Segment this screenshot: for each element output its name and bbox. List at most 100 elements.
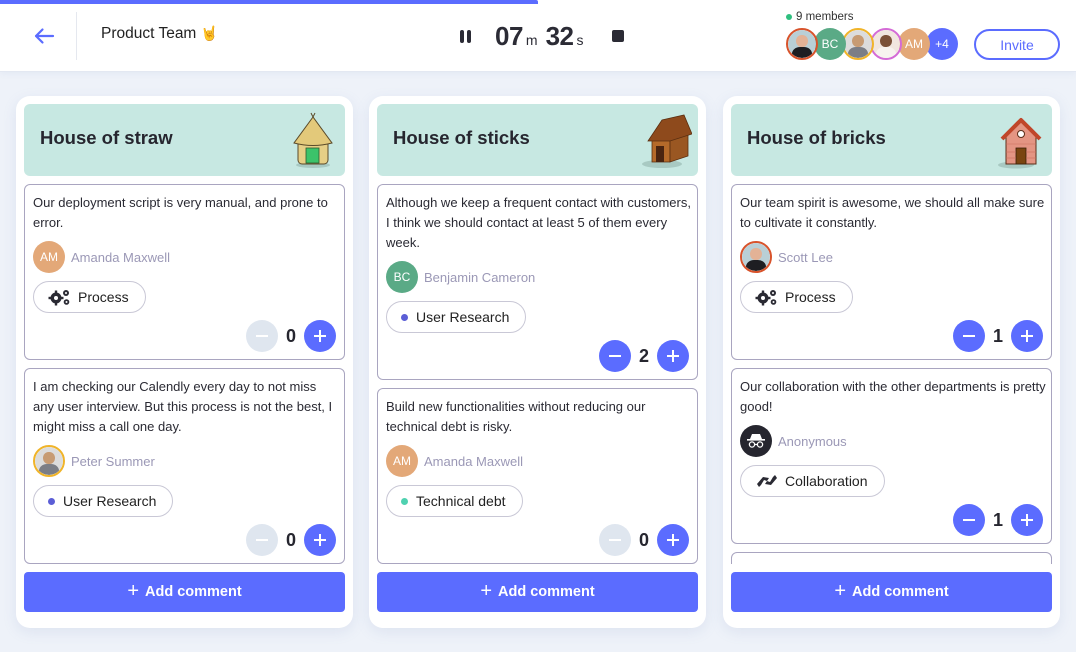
header-divider xyxy=(76,12,77,60)
author-name: Scott Lee xyxy=(778,249,833,265)
handshake-icon xyxy=(757,475,777,487)
add-comment-button[interactable]: + Add comment xyxy=(377,572,698,612)
comment-card: Our deployment script is very manual, an… xyxy=(24,184,345,360)
comment-author: BC Benjamin Cameron xyxy=(386,261,535,293)
vote-control: 0 xyxy=(246,524,336,556)
add-comment-label: Add comment xyxy=(145,584,242,600)
top-bar: Product Team 🤘 07 m 32 s 9 members BC AM… xyxy=(0,0,1076,72)
minus-icon xyxy=(963,335,975,337)
vote-count: 1 xyxy=(992,325,1003,346)
vote-down-button[interactable] xyxy=(599,340,631,372)
column-header: House of bricks xyxy=(731,104,1052,176)
timer: 07 m 32 s xyxy=(460,18,624,54)
vote-up-button[interactable] xyxy=(1011,320,1043,352)
member-avatars[interactable]: BC AM +4 xyxy=(786,28,958,60)
author-name: Amanda Maxwell xyxy=(424,453,523,469)
vote-control: 0 xyxy=(246,320,336,352)
vote-down-button[interactable] xyxy=(246,524,278,556)
column-house-of-bricks: House of bricks Our team spirit is aweso… xyxy=(723,96,1060,628)
comment-author: Scott Lee xyxy=(740,241,833,273)
comment-card: Although we keep a frequent contact with… xyxy=(377,184,698,380)
members-count: 9 members xyxy=(786,11,854,23)
more-members-badge[interactable]: +4 xyxy=(926,28,958,60)
timer-seconds: 32 xyxy=(545,20,574,51)
column-house-of-straw: House of straw Our deployment script is … xyxy=(16,96,353,628)
add-comment-label: Add comment xyxy=(852,584,949,600)
comment-author: AM Amanda Maxwell xyxy=(33,241,170,273)
card-list: Although we keep a frequent contact with… xyxy=(377,184,698,564)
comment-text: Our team spirit is awesome, we should al… xyxy=(740,195,1045,230)
online-dot-icon xyxy=(786,14,792,20)
minus-icon xyxy=(609,355,621,357)
plus-icon: + xyxy=(834,579,846,602)
comment-card: Our collaboration with the other departm… xyxy=(731,368,1052,544)
comment-author: Peter Summer xyxy=(33,445,155,477)
member-avatar[interactable] xyxy=(870,28,902,60)
member-avatar[interactable] xyxy=(842,28,874,60)
vote-down-button[interactable] xyxy=(246,320,278,352)
vote-down-button[interactable] xyxy=(599,524,631,556)
category-tag[interactable]: Technical debt xyxy=(386,485,523,517)
comment-text: I am checking our Calendly every day to … xyxy=(33,379,333,434)
category-tag[interactable]: Collaboration xyxy=(740,465,885,497)
category-tag[interactable]: User Research xyxy=(386,301,527,333)
vote-count: 1 xyxy=(992,509,1003,530)
member-avatar[interactable]: BC xyxy=(814,28,846,60)
rock-hand-emoji-icon: 🤘 xyxy=(200,25,219,41)
vote-down-button[interactable] xyxy=(953,504,985,536)
vote-up-button[interactable] xyxy=(1011,504,1043,536)
author-avatar xyxy=(740,241,772,273)
timer-minutes: 07 xyxy=(495,20,523,51)
vote-up-button[interactable] xyxy=(304,320,336,352)
pause-icon[interactable] xyxy=(460,29,471,43)
comment-card: Build new functionalities without reduci… xyxy=(377,388,698,564)
arrow-left-icon xyxy=(34,28,55,44)
incognito-icon xyxy=(747,434,765,448)
category-tag[interactable]: User Research xyxy=(33,485,174,517)
author-avatar: BC xyxy=(386,261,418,293)
vote-count: 2 xyxy=(638,345,649,366)
plus-icon xyxy=(667,534,679,546)
tag-label: Technical debt xyxy=(416,493,506,509)
plus-icon xyxy=(1021,514,1033,526)
tag-label: User Research xyxy=(63,493,157,509)
vote-down-button[interactable] xyxy=(953,320,985,352)
minus-icon xyxy=(609,539,621,541)
minus-icon xyxy=(963,519,975,521)
vote-up-button[interactable] xyxy=(657,524,689,556)
plus-icon: + xyxy=(480,579,492,602)
column-title: House of bricks xyxy=(747,127,886,148)
comment-card: Our team spirit is awesome, we should al… xyxy=(731,184,1052,360)
comment-text: Our deployment script is very manual, an… xyxy=(33,195,328,230)
add-comment-label: Add comment xyxy=(498,584,595,600)
author-name: Amanda Maxwell xyxy=(71,249,170,265)
column-header: House of straw xyxy=(24,104,345,176)
tag-label: User Research xyxy=(416,309,510,325)
member-avatar[interactable] xyxy=(786,28,818,60)
invite-button[interactable]: Invite xyxy=(974,29,1060,60)
minus-icon xyxy=(256,335,268,337)
plus-icon xyxy=(314,534,326,546)
plus-icon: + xyxy=(127,579,139,602)
category-tag[interactable]: Process xyxy=(740,281,853,313)
category-tag[interactable]: Process xyxy=(33,281,146,313)
stop-icon[interactable] xyxy=(611,30,624,42)
vote-count: 0 xyxy=(638,529,649,550)
gears-icon xyxy=(755,290,777,306)
add-comment-button[interactable]: + Add comment xyxy=(24,572,345,612)
vote-up-button[interactable] xyxy=(304,524,336,556)
tag-dot-icon xyxy=(48,497,55,505)
tag-dot-icon xyxy=(401,313,408,321)
wooden-house-icon xyxy=(642,114,692,168)
author-name: Benjamin Cameron xyxy=(424,269,536,285)
vote-up-button[interactable] xyxy=(657,340,689,372)
back-button[interactable] xyxy=(30,22,58,50)
minus-icon xyxy=(256,539,268,541)
member-avatar[interactable]: AM xyxy=(898,28,930,60)
card-list: Our deployment script is very manual, an… xyxy=(24,184,345,564)
gears-icon xyxy=(48,290,70,306)
brick-house-icon xyxy=(998,118,1042,169)
add-comment-button[interactable]: + Add comment xyxy=(731,572,1052,612)
anonymous-avatar xyxy=(740,425,772,457)
tag-label: Collaboration xyxy=(785,473,868,489)
